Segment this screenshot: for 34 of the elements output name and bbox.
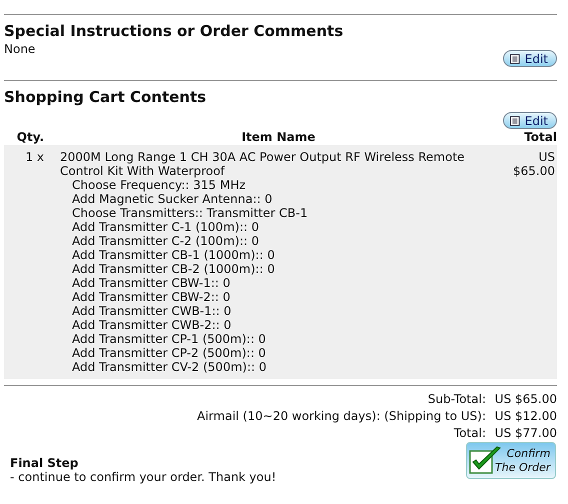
- total-value: US $77.00: [494, 426, 557, 440]
- product-option: Add Transmitter CB-1 (1000m):: 0: [60, 248, 489, 262]
- section-heading: Special Instructions or Order Comments: [4, 22, 344, 40]
- product-option: Add Transmitter CP-1 (500m):: 0: [60, 332, 489, 346]
- edit-button[interactable]: Edit: [503, 50, 557, 67]
- column-header: Item Name: [60, 130, 497, 145]
- edit-button[interactable]: Edit: [503, 112, 557, 129]
- product-option: Add Transmitter CWB-1:: 0: [60, 304, 489, 318]
- final-step-text: - continue to confirm your order. Thank you!: [10, 470, 276, 484]
- total-label: Sub-Total:: [428, 392, 486, 406]
- quantity: 1 x: [25, 150, 44, 164]
- product-option: Choose Transmitters:: Transmitter CB-1: [60, 206, 489, 220]
- final-step-title: Final Step: [10, 456, 80, 470]
- total-value: US $65.00: [494, 392, 557, 406]
- product-option: Add Transmitter C-2 (100m):: 0: [60, 234, 489, 248]
- total-value: US $12.00: [494, 409, 557, 423]
- comments-text: None: [4, 42, 36, 56]
- product-option: Add Transmitter CP-2 (500m):: 0: [60, 346, 489, 360]
- product-option: Choose Frequency:: 315 MHz: [60, 178, 489, 192]
- product-option: Add Transmitter CBW-1:: 0: [60, 276, 489, 290]
- product-option: Add Transmitter CB-2 (1000m):: 0: [60, 262, 489, 276]
- item-total: US $65.00: [513, 150, 555, 178]
- column-header: Qty.: [4, 130, 60, 145]
- total-label: Airmail (10~20 working days): (Shipping to US):: [197, 409, 486, 423]
- section-heading: Shopping Cart Contents: [4, 88, 208, 106]
- product-name: 2000M Long Range 1 CH 30A AC Power Output RF Wireless Remote Control Kit With Waterproof: [60, 150, 466, 178]
- confirm-order-button[interactable]: Confirm The Order: [466, 442, 556, 479]
- product-option: Add Magnetic Sucker Antenna:: 0: [60, 192, 489, 206]
- total-label: Total:: [454, 426, 486, 440]
- product-option: Add Transmitter CWB-2:: 0: [60, 318, 489, 332]
- product-option: Add Transmitter CV-2 (500m):: 0: [60, 360, 489, 374]
- column-header: Total: [497, 130, 557, 145]
- product-option: Add Transmitter CBW-2:: 0: [60, 290, 489, 304]
- product-option: Add Transmitter C-1 (100m):: 0: [60, 220, 489, 234]
